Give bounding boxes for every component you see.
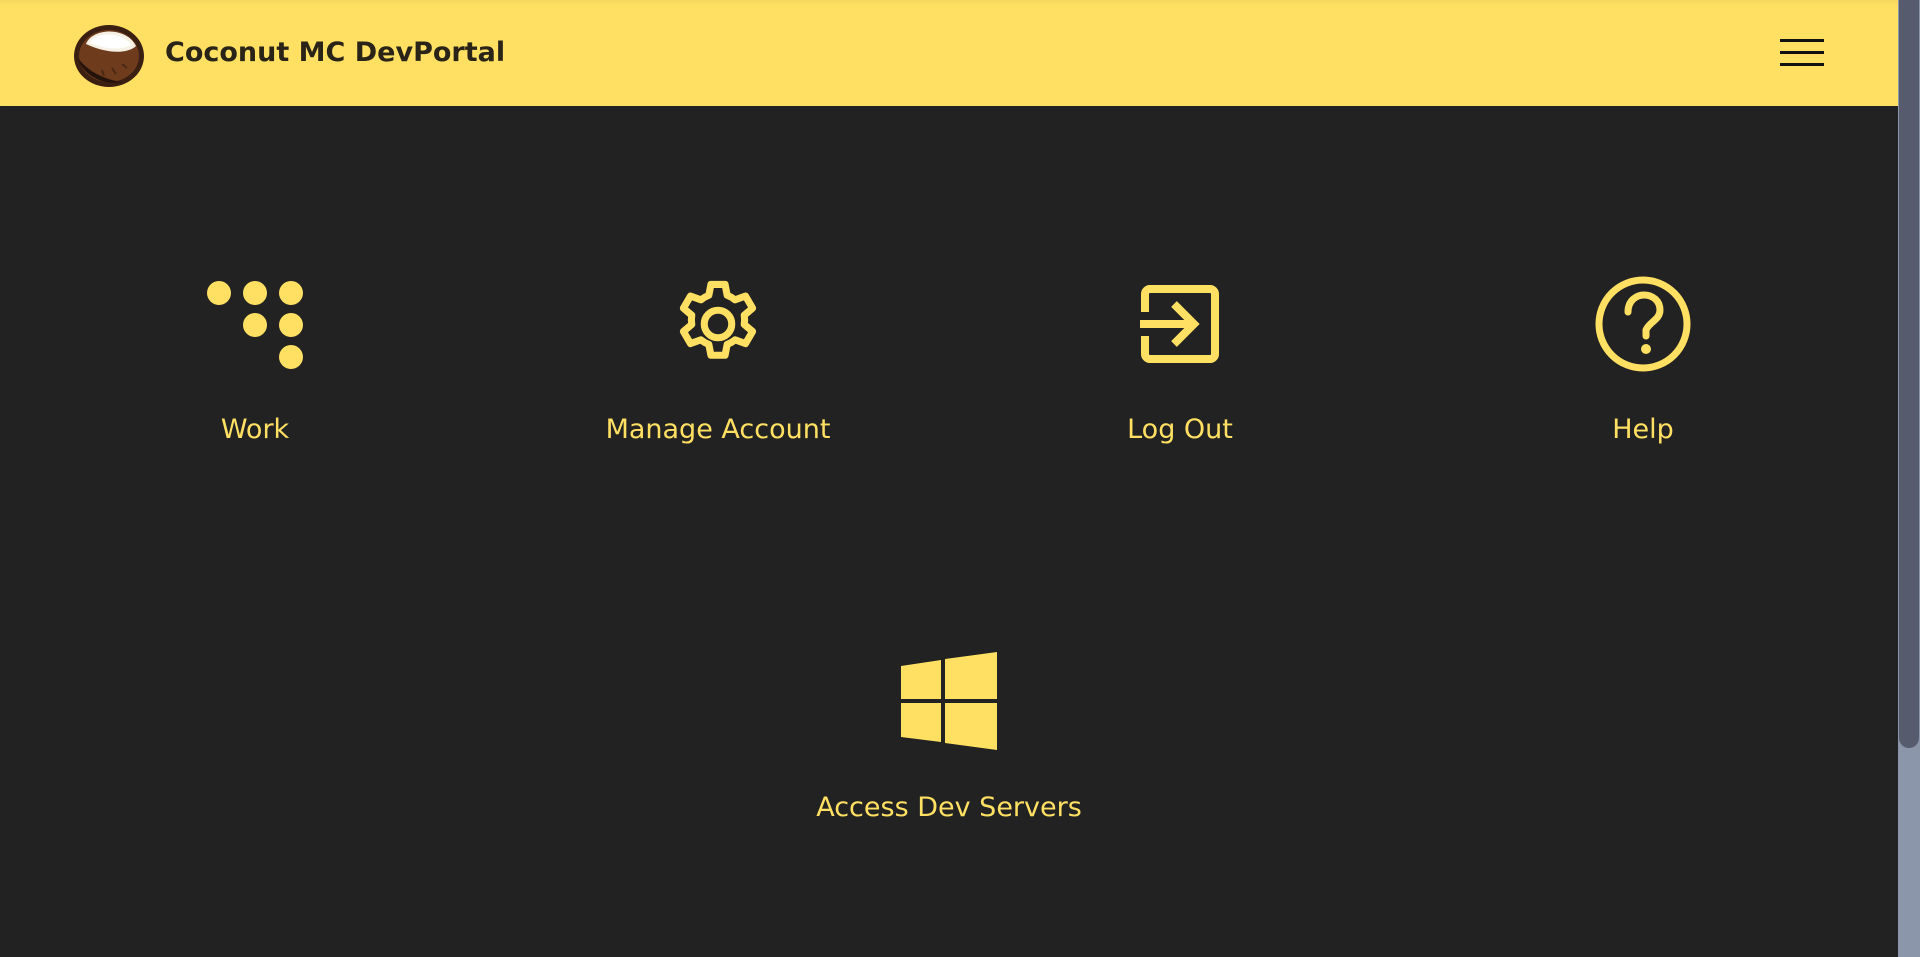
- dots-triangle-icon: [207, 281, 303, 369]
- tile-label: Work: [220, 414, 290, 445]
- tile-help[interactable]: Help: [1483, 274, 1803, 504]
- windows-icon: [901, 652, 997, 750]
- hamburger-line: [1780, 51, 1824, 54]
- hamburger-line: [1780, 63, 1824, 66]
- brand-title[interactable]: Coconut MC DevPortal: [165, 34, 505, 72]
- question-circle-icon: [1595, 276, 1691, 372]
- page: Coconut MC DevPortal Work Manage Account…: [0, 0, 1920, 957]
- gear-icon: [679, 280, 757, 359]
- scrollbar-thumb[interactable]: [1899, 0, 1919, 748]
- hamburger-menu-icon[interactable]: [1776, 34, 1828, 70]
- tile-label: Manage Account: [605, 414, 831, 445]
- tile-label: Help: [1612, 414, 1674, 445]
- tile-access-dev-servers[interactable]: Access Dev Servers: [789, 652, 1109, 882]
- tile-log-out[interactable]: Log Out: [1020, 274, 1340, 504]
- tile-work[interactable]: Work: [95, 274, 415, 504]
- tile-label: Access Dev Servers: [816, 792, 1082, 823]
- tile-manage-account[interactable]: Manage Account: [558, 274, 878, 504]
- log-out-icon: [1136, 285, 1219, 363]
- top-navbar: Coconut MC DevPortal: [0, 0, 1898, 106]
- tile-label: Log Out: [1127, 414, 1233, 445]
- hamburger-line: [1780, 39, 1824, 42]
- coconut-logo[interactable]: [72, 18, 146, 90]
